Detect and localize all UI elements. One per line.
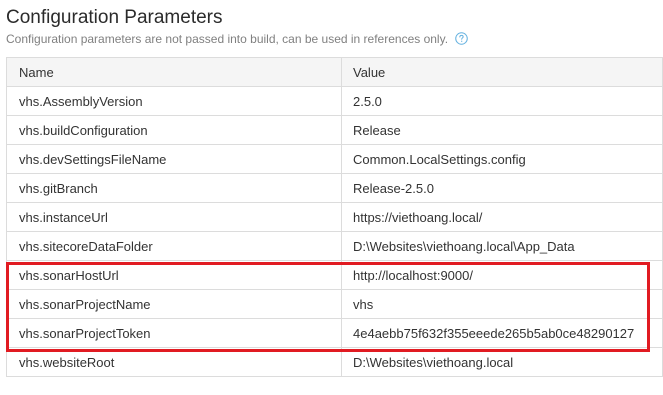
parameter-name[interactable]: vhs.gitBranch [6, 173, 342, 203]
parameters-table: Name Value vhs.AssemblyVersion 2.5.0 vhs… [6, 57, 663, 377]
parameter-name[interactable]: vhs.sonarProjectName [6, 289, 342, 319]
parameter-value[interactable]: 4e4aebb75f632f355eeede265b5ab0ce48290127 [341, 318, 663, 348]
parameter-name[interactable]: vhs.websiteRoot [6, 347, 342, 377]
table-row[interactable]: vhs.instanceUrl https://viethoang.local/ [6, 202, 663, 232]
subtitle-text: Configuration parameters are not passed … [6, 32, 449, 46]
parameter-value[interactable]: http://localhost:9000/ [341, 260, 663, 290]
parameter-value[interactable]: Release-2.5.0 [341, 173, 663, 203]
parameter-name[interactable]: vhs.AssemblyVersion [6, 86, 342, 116]
parameter-name[interactable]: vhs.sonarHostUrl [6, 260, 342, 290]
table-row[interactable]: vhs.sonarHostUrl http://localhost:9000/ [6, 260, 663, 290]
parameter-name[interactable]: vhs.sonarProjectToken [6, 318, 342, 348]
table-header-row: Name Value [6, 57, 663, 87]
page-title: Configuration Parameters [6, 7, 223, 28]
parameter-value[interactable]: Release [341, 115, 663, 145]
parameter-name[interactable]: vhs.sitecoreDataFolder [6, 231, 342, 261]
table-row[interactable]: vhs.sonarProjectToken 4e4aebb75f632f355e… [6, 318, 663, 348]
parameter-value[interactable]: https://viethoang.local/ [341, 202, 663, 232]
parameter-value[interactable]: Common.LocalSettings.config [341, 144, 663, 174]
table-row[interactable]: vhs.gitBranch Release-2.5.0 [6, 173, 663, 203]
parameter-value[interactable]: D:\Websites\viethoang.local [341, 347, 663, 377]
parameter-name[interactable]: vhs.instanceUrl [6, 202, 342, 232]
parameter-value[interactable]: 2.5.0 [341, 86, 663, 116]
table-row[interactable]: vhs.sonarProjectName vhs [6, 289, 663, 319]
parameter-value[interactable]: vhs [341, 289, 663, 319]
page-subtitle: Configuration parameters are not passed … [6, 32, 469, 47]
question-circle-icon[interactable] [455, 32, 469, 45]
table-row[interactable]: vhs.sitecoreDataFolder D:\Websites\vieth… [6, 231, 663, 261]
column-header-value[interactable]: Value [341, 57, 663, 87]
column-header-name[interactable]: Name [6, 57, 342, 87]
table-row[interactable]: vhs.buildConfiguration Release [6, 115, 663, 145]
parameter-value[interactable]: D:\Websites\viethoang.local\App_Data [341, 231, 663, 261]
table-row[interactable]: vhs.websiteRoot D:\Websites\viethoang.lo… [6, 347, 663, 377]
parameter-name[interactable]: vhs.devSettingsFileName [6, 144, 342, 174]
parameter-name[interactable]: vhs.buildConfiguration [6, 115, 342, 145]
table-row[interactable]: vhs.AssemblyVersion 2.5.0 [6, 86, 663, 116]
table-row[interactable]: vhs.devSettingsFileName Common.LocalSett… [6, 144, 663, 174]
